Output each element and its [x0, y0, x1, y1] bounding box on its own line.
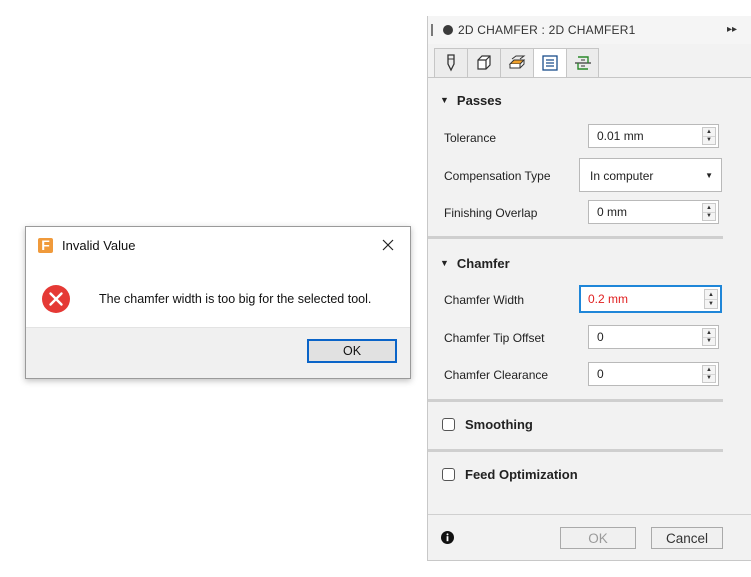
- collapse-triangle-icon: ▼: [440, 95, 449, 105]
- close-icon: [382, 239, 394, 251]
- fusion-logo-icon: F: [38, 238, 53, 253]
- finishing-overlap-label: Finishing Overlap: [444, 206, 538, 220]
- compensation-type-label: Compensation Type: [444, 169, 551, 183]
- chamfer-header-label: Chamfer: [456, 255, 510, 271]
- tolerance-stepper[interactable]: ▲ ▼: [702, 127, 716, 145]
- passes-icon: [542, 55, 558, 71]
- spin-down-icon[interactable]: ▼: [703, 374, 715, 382]
- chamfer-clearance-label: Chamfer Clearance: [444, 368, 549, 382]
- chamfer-tip-offset-label: Chamfer Tip Offset: [444, 331, 545, 345]
- dialog-close-button[interactable]: [376, 233, 400, 257]
- chamfer-width-input[interactable]: ▲ ▼: [579, 285, 722, 313]
- dialog-ok-button[interactable]: OK: [307, 339, 397, 363]
- tool-icon: [447, 54, 455, 72]
- tolerance-value[interactable]: [589, 125, 697, 147]
- chamfer-panel: 2D CHAMFER : 2D CHAMFER1 ▸▸ ▼ Passes Tol…: [427, 16, 751, 561]
- linking-icon: [574, 56, 591, 70]
- info-icon[interactable]: [441, 531, 454, 544]
- tab-heights[interactable]: [500, 48, 533, 78]
- chamfer-width-stepper[interactable]: ▲ ▼: [704, 289, 718, 309]
- tolerance-label: Tolerance: [444, 131, 497, 145]
- finishing-overlap-input[interactable]: ▲ ▼: [588, 200, 719, 224]
- spin-down-icon[interactable]: ▼: [705, 299, 717, 308]
- dialog-title-bar: F Invalid Value: [26, 227, 410, 265]
- collapse-triangle-icon: ▼: [440, 258, 449, 268]
- chamfer-tip-offset-input[interactable]: ▲ ▼: [588, 325, 719, 349]
- passes-header-label: Passes: [456, 92, 502, 108]
- smoothing-label: Smoothing: [465, 417, 533, 432]
- chamfer-section-header[interactable]: ▼ Chamfer: [440, 253, 510, 273]
- smoothing-row: Smoothing: [442, 417, 533, 432]
- chamfer-clearance-value[interactable]: [589, 363, 697, 385]
- panel-tabs: [434, 48, 599, 78]
- feed-optimization-row: Feed Optimization: [442, 467, 578, 482]
- panel-header: 2D CHAMFER : 2D CHAMFER1 ▸▸: [428, 16, 751, 44]
- status-dot-icon: [443, 25, 453, 35]
- tabs-divider: [428, 77, 751, 78]
- compensation-type-value: In computer: [590, 169, 654, 183]
- chamfer-tip-offset-stepper[interactable]: ▲ ▼: [702, 328, 716, 346]
- dialog-message: The chamfer width is too big for the sel…: [99, 292, 372, 306]
- finishing-overlap-stepper[interactable]: ▲ ▼: [702, 203, 716, 221]
- invalid-value-dialog: F Invalid Value The chamfer width is too…: [25, 226, 411, 379]
- spin-down-icon[interactable]: ▼: [703, 212, 715, 220]
- tab-passes[interactable]: [533, 48, 566, 78]
- heights-icon: [508, 55, 526, 69]
- panel-ok-button[interactable]: OK: [560, 527, 636, 549]
- panel-title: 2D CHAMFER : 2D CHAMFER1: [458, 23, 636, 37]
- spin-down-icon[interactable]: ▼: [703, 337, 715, 345]
- section-separator: [428, 236, 723, 239]
- smoothing-checkbox[interactable]: [442, 418, 455, 431]
- passes-section-header[interactable]: ▼ Passes: [440, 90, 502, 110]
- chamfer-clearance-stepper[interactable]: ▲ ▼: [702, 365, 716, 383]
- drag-handle[interactable]: [431, 24, 433, 36]
- tab-linking[interactable]: [566, 48, 599, 78]
- dialog-footer: OK: [26, 327, 410, 378]
- finishing-overlap-value[interactable]: [589, 201, 697, 223]
- panel-cancel-button[interactable]: Cancel: [651, 527, 723, 549]
- chamfer-clearance-input[interactable]: ▲ ▼: [588, 362, 719, 386]
- chamfer-width-value[interactable]: [581, 287, 689, 311]
- tab-geometry[interactable]: [467, 48, 500, 78]
- section-separator: [428, 399, 723, 402]
- section-separator: [428, 449, 723, 452]
- expand-icon[interactable]: ▸▸: [727, 24, 737, 35]
- tolerance-input[interactable]: ▲ ▼: [588, 124, 719, 148]
- error-icon: [42, 285, 70, 313]
- compensation-type-select[interactable]: In computer ▼: [579, 158, 722, 192]
- chevron-down-icon: ▼: [705, 171, 713, 180]
- panel-footer: OK Cancel: [428, 514, 751, 560]
- spin-down-icon[interactable]: ▼: [703, 136, 715, 144]
- dialog-title: Invalid Value: [62, 238, 136, 253]
- feed-optimization-label: Feed Optimization: [465, 467, 578, 482]
- chamfer-tip-offset-value[interactable]: [589, 326, 697, 348]
- tab-tool[interactable]: [434, 48, 467, 78]
- feed-optimization-checkbox[interactable]: [442, 468, 455, 481]
- geometry-icon: [477, 55, 491, 70]
- chamfer-width-label: Chamfer Width: [444, 293, 525, 307]
